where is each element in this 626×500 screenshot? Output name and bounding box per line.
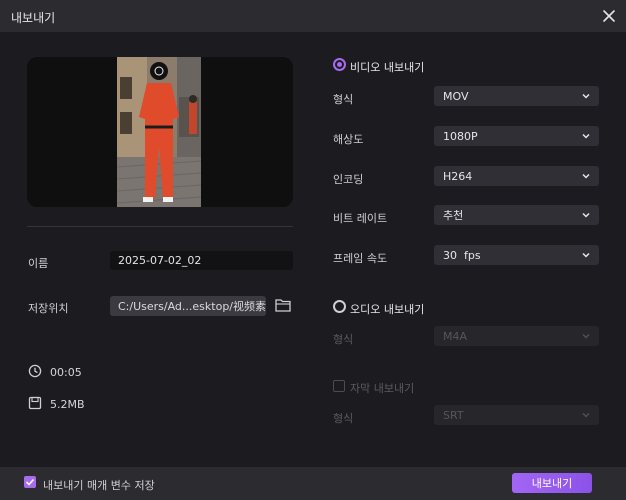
save-params-label: 내보내기 매개 변수 저장 (43, 479, 155, 492)
resolution-select[interactable]: 1080P (434, 126, 599, 146)
video-preview (27, 57, 293, 207)
video-export-radio[interactable] (333, 58, 346, 71)
subtitle-export-label: 자막 내보내기 (350, 382, 415, 395)
close-icon (603, 10, 615, 22)
audio-export-label: 오디오 내보내기 (350, 303, 425, 316)
subtitle-format-select: SRT (434, 405, 599, 425)
video-export-label: 비디오 내보내기 (350, 61, 425, 74)
subtitle-format-label: 형식 (333, 412, 354, 425)
audio-format-label: 형식 (333, 333, 354, 346)
save-location-label: 저장위치 (28, 302, 69, 315)
bitrate-label: 비트 레이트 (333, 212, 388, 225)
clock-icon (28, 364, 42, 378)
format-label: 형식 (333, 93, 354, 106)
left-divider (27, 226, 293, 227)
chevron-down-icon (582, 173, 590, 179)
file-size-value: 5.2MB (50, 398, 85, 411)
format-value: MOV (443, 89, 469, 103)
folder-icon[interactable] (275, 298, 291, 312)
export-button[interactable]: 내보내기 (512, 473, 592, 493)
save-params-checkbox[interactable] (24, 476, 36, 488)
framerate-select[interactable]: 30 fps (434, 245, 599, 265)
subtitle-format-value: SRT (443, 408, 464, 422)
window-title: 내보내기 (11, 11, 56, 25)
chevron-down-icon (582, 333, 590, 339)
save-path-field[interactable]: C:/Users/Ad...esktop/视频素材 (110, 296, 266, 316)
name-value: 2025-07-02_02 (118, 254, 202, 267)
chevron-down-icon (582, 252, 590, 258)
audio-format-select: M4A (434, 326, 599, 346)
framerate-value: 30 fps (443, 248, 481, 262)
chevron-down-icon (582, 133, 590, 139)
bitrate-select[interactable]: 추천 (434, 205, 599, 225)
title-bar: 내보내기 (0, 0, 626, 32)
close-button[interactable] (598, 5, 620, 27)
bitrate-value: 추천 (443, 209, 464, 222)
encoding-select[interactable]: H264 (434, 166, 599, 186)
subtitle-export-checkbox[interactable] (333, 380, 345, 392)
format-select[interactable]: MOV (434, 86, 599, 106)
chevron-down-icon (582, 93, 590, 99)
framerate-label: 프레임 속도 (333, 252, 388, 265)
name-input[interactable]: 2025-07-02_02 (110, 251, 293, 270)
preview-thumbnail (117, 57, 201, 207)
encoding-value: H264 (443, 169, 473, 183)
audio-format-value: M4A (443, 329, 468, 343)
resolution-label: 해상도 (333, 133, 364, 146)
resolution-value: 1080P (443, 129, 478, 143)
audio-export-radio[interactable] (333, 300, 346, 313)
chevron-down-icon (582, 212, 590, 218)
duration-value: 00:05 (50, 366, 82, 379)
save-path-value: C:/Users/Ad...esktop/视频素材 (118, 300, 266, 313)
preview-frame (117, 57, 201, 207)
checkmark-icon (25, 478, 35, 486)
chevron-down-icon (582, 412, 590, 418)
footer-bar: 내보내기 매개 변수 저장 내보내기 (0, 467, 626, 500)
encoding-label: 인코딩 (333, 173, 364, 186)
file-size-icon (28, 396, 42, 410)
name-label: 이름 (28, 257, 49, 270)
